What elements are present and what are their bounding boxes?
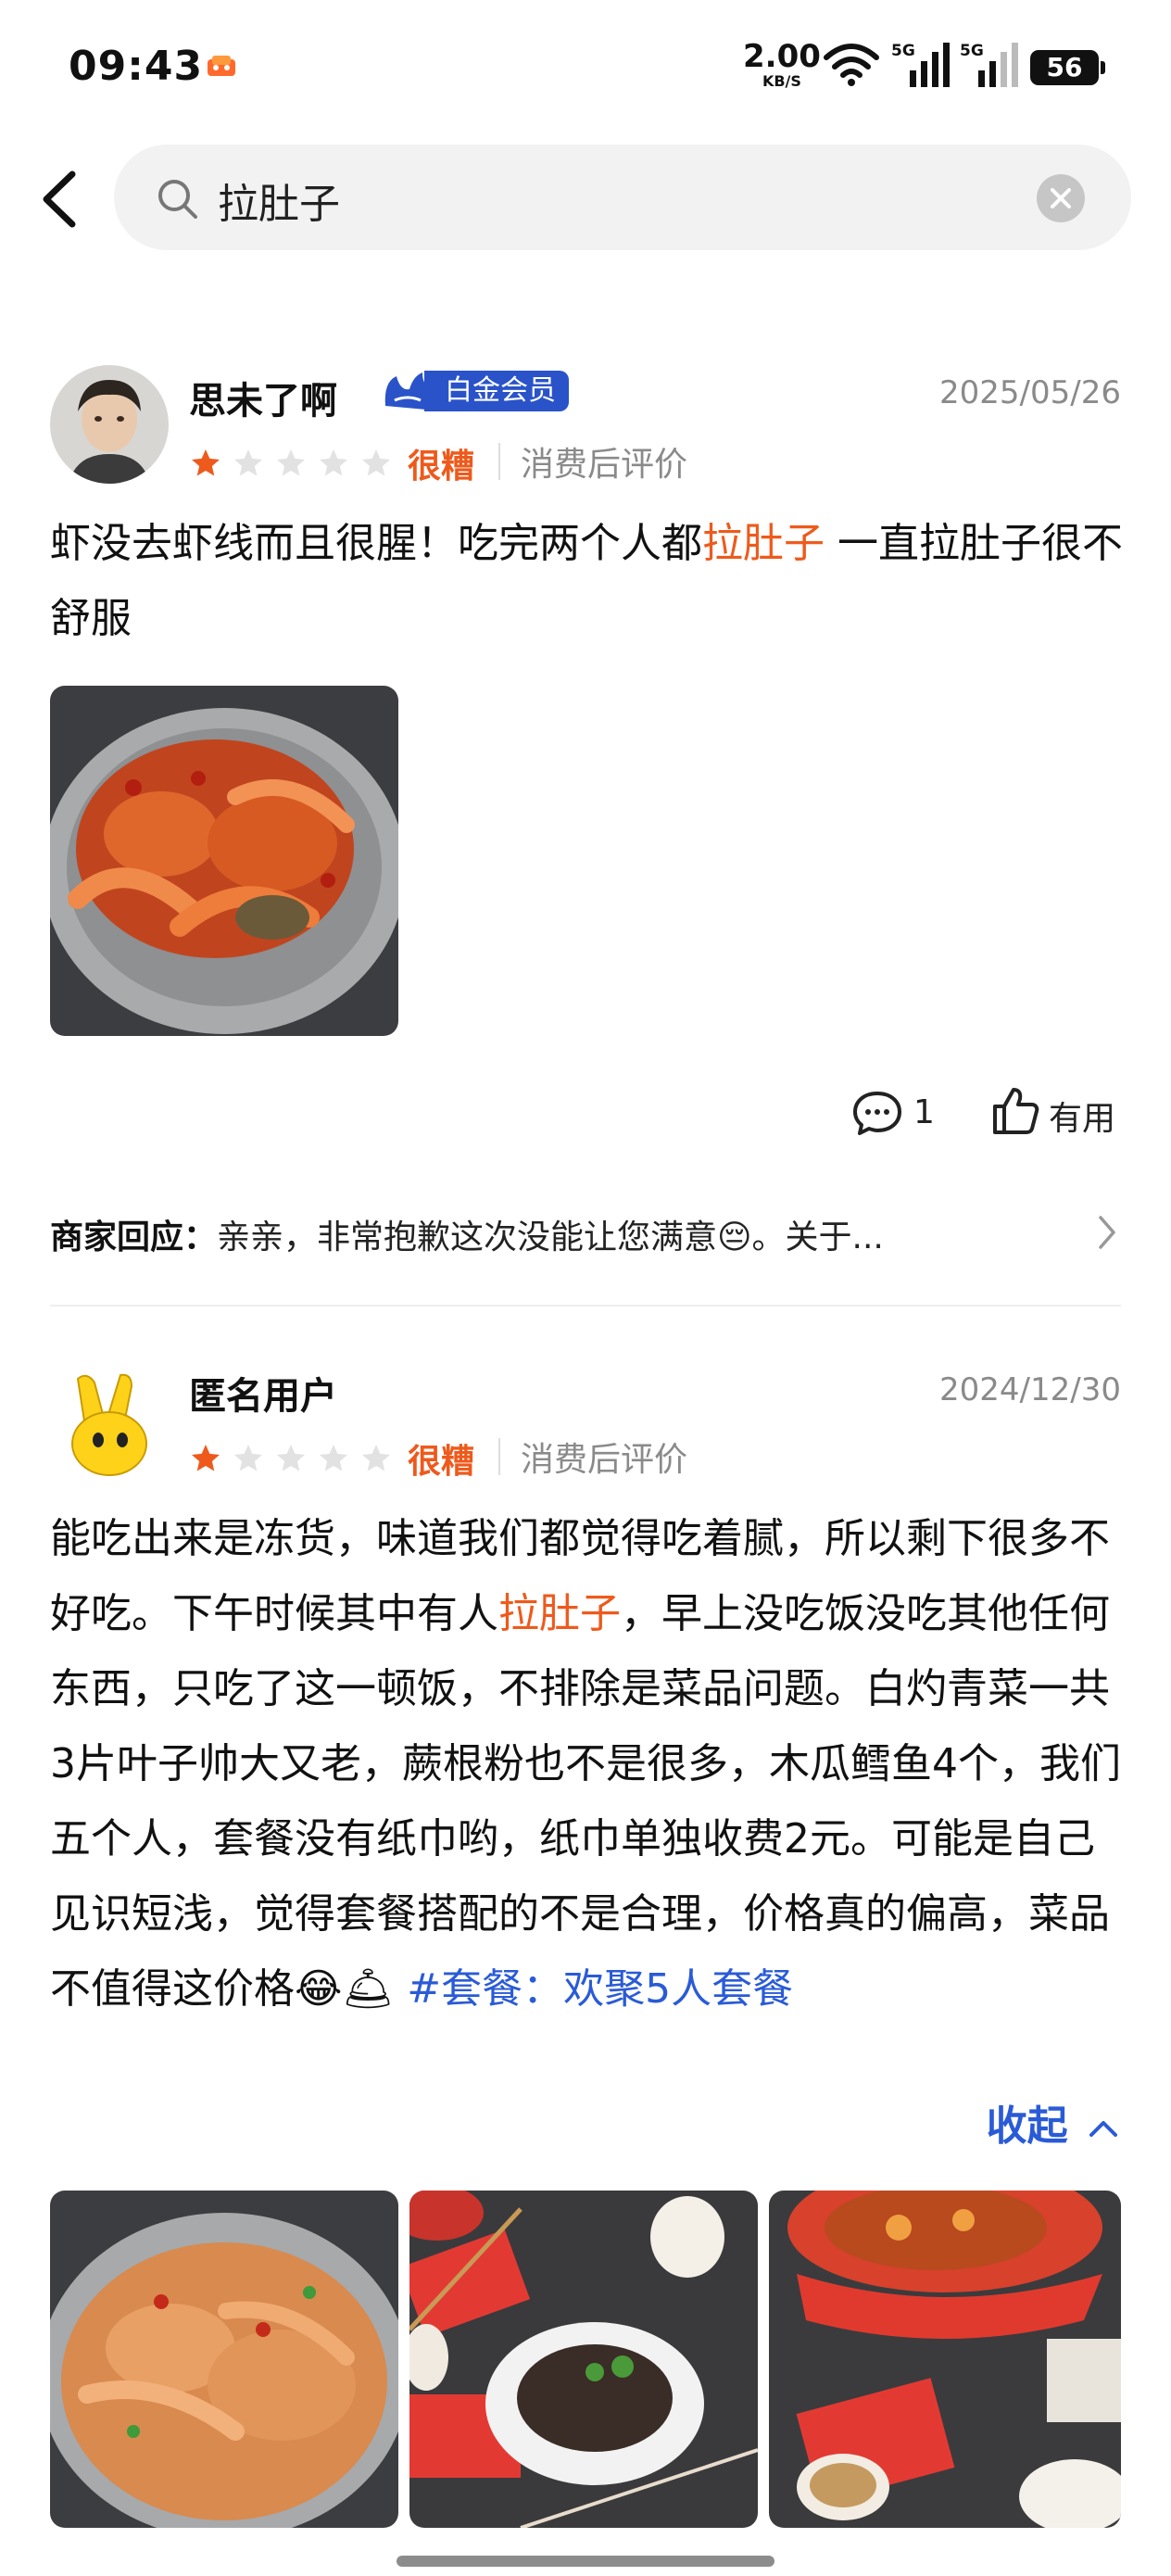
star-empty-icon bbox=[234, 1445, 262, 1471]
comment-count[interactable]: 1 bbox=[913, 1093, 935, 1131]
review-content[interactable]: 能吃出来是冻货，味道我们都觉得吃着腻，所以剩下很多不好吃。下午时候其中有人拉肚子… bbox=[50, 1501, 1134, 2027]
clear-icon[interactable] bbox=[1037, 174, 1085, 222]
svg-text:5G: 5G bbox=[960, 42, 984, 60]
star-filled-icon bbox=[192, 1445, 220, 1471]
star-filled-icon bbox=[192, 449, 220, 476]
username[interactable]: 匿名用户 bbox=[189, 1366, 337, 1420]
divider bbox=[50, 1305, 1121, 1307]
back-arrow-icon[interactable] bbox=[33, 167, 89, 232]
username[interactable]: 思未了啊 bbox=[189, 371, 337, 424]
package-tag-link[interactable]: #套餐：欢聚5人套餐 bbox=[407, 1965, 793, 2013]
review-photo[interactable] bbox=[769, 2191, 1121, 2528]
wifi-icon bbox=[824, 44, 879, 86]
thumbs-up-icon[interactable] bbox=[991, 1086, 1039, 1136]
rating-label: 很糟 bbox=[408, 448, 475, 486]
status-time: 09:43 bbox=[69, 43, 204, 90]
star-empty-icon bbox=[362, 449, 390, 476]
star-rating bbox=[189, 447, 402, 480]
star-empty-icon bbox=[320, 449, 347, 476]
star-empty-icon bbox=[362, 1445, 390, 1471]
network-speed-unit: KB/S bbox=[762, 72, 801, 90]
avatar[interactable] bbox=[50, 1362, 169, 1481]
divider bbox=[498, 1438, 500, 1475]
star-rating bbox=[189, 1442, 402, 1475]
rating-label: 很糟 bbox=[408, 1443, 475, 1481]
network-speed-value: 2.00 bbox=[743, 38, 821, 75]
merchant-reply-text: 亲亲，非常抱歉这次没能让您满意😔。关于... bbox=[217, 1219, 884, 1256]
battery-level: 56 bbox=[1046, 52, 1083, 82]
star-empty-icon bbox=[234, 449, 262, 476]
review-photo[interactable] bbox=[50, 686, 398, 1036]
avatar[interactable] bbox=[50, 365, 169, 484]
star-empty-icon bbox=[277, 449, 305, 476]
review-photo[interactable] bbox=[409, 2191, 758, 2528]
search-input[interactable]: 拉肚子 bbox=[114, 145, 1131, 250]
search-highlight: 拉肚子 bbox=[498, 1590, 621, 1637]
search-icon bbox=[158, 180, 197, 219]
battery-icon: 56 bbox=[1030, 50, 1105, 85]
svg-text:5G: 5G bbox=[891, 42, 915, 60]
chevron-right-icon[interactable] bbox=[1097, 1214, 1117, 1251]
cellular-signal-icon: 5G bbox=[960, 42, 1018, 87]
collapse-label: 收起 bbox=[986, 2102, 1068, 2150]
review-text: 虾没去虾线而且很腥！吃完两个人都 bbox=[50, 520, 702, 567]
divider bbox=[498, 443, 500, 480]
review-text: ，早上没吃饭没吃其他任何东西，只吃了这一顿饭，不排除是菜品问题。白灼青菜一共3片… bbox=[50, 1590, 1121, 2013]
collapse-button[interactable]: 收起 bbox=[987, 2092, 1119, 2152]
comment-icon[interactable] bbox=[852, 1090, 902, 1136]
search-query[interactable]: 拉肚子 bbox=[218, 170, 340, 230]
review-date: 2025/05/26 bbox=[939, 374, 1121, 411]
useful-label[interactable]: 有用 bbox=[1049, 1092, 1115, 1140]
network-speed: 2.00 KB/S bbox=[743, 41, 821, 89]
review-photo[interactable] bbox=[50, 2191, 398, 2528]
review-date: 2024/12/30 bbox=[939, 1371, 1121, 1408]
cellular-signal-icon: 5G bbox=[891, 42, 950, 87]
merchant-reply[interactable]: 商家回应：亲亲，非常抱歉这次没能让您满意😔。关于... bbox=[50, 1210, 884, 1258]
star-empty-icon bbox=[277, 1445, 305, 1471]
review-type: 消费后评价 bbox=[521, 446, 688, 484]
app-notification-icon bbox=[208, 56, 235, 76]
merchant-reply-label: 商家回应： bbox=[50, 1219, 218, 1256]
status-bar: 09:43 2.00 KB/S 5G 5G 56 bbox=[0, 0, 1171, 139]
search-highlight: 拉肚子 bbox=[702, 520, 825, 567]
star-empty-icon bbox=[320, 1445, 347, 1471]
review-content[interactable]: 虾没去虾线而且很腥！吃完两个人都拉肚子 一直拉肚子很不舒服 bbox=[50, 506, 1134, 656]
home-indicator[interactable] bbox=[397, 2556, 774, 2567]
review-type: 消费后评价 bbox=[521, 1441, 688, 1479]
chevron-up-icon bbox=[1089, 2121, 1117, 2137]
member-badge-label: 白金会员 bbox=[424, 371, 569, 411]
